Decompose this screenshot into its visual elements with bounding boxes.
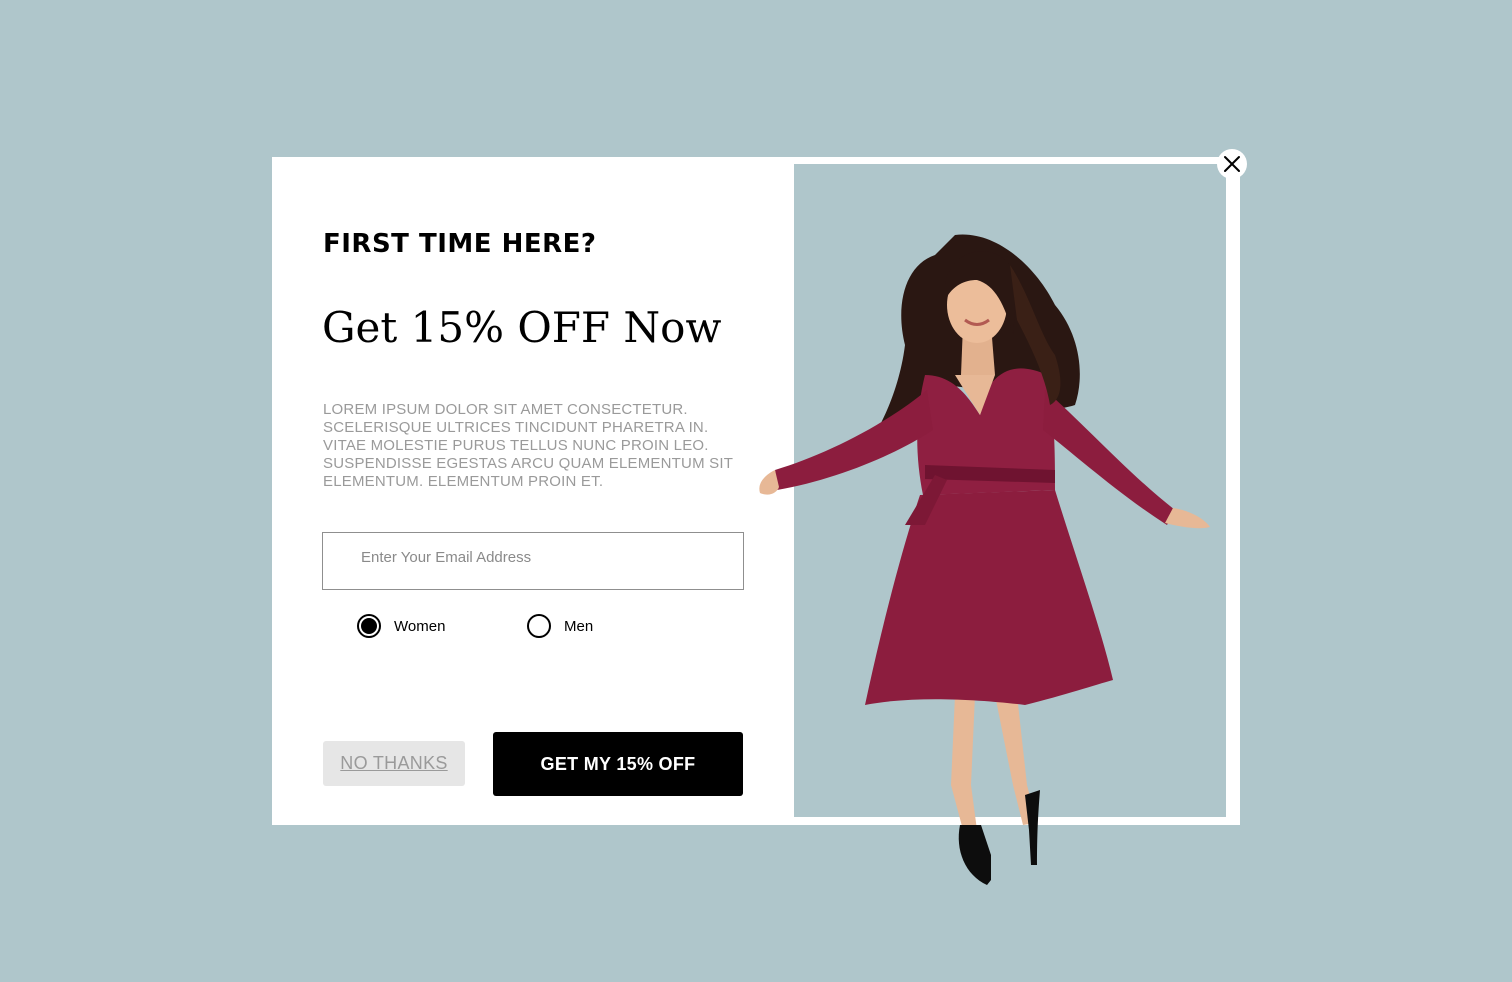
radio-label-women: Women xyxy=(394,617,446,635)
no-thanks-button[interactable]: NO THANKS xyxy=(323,741,465,786)
radio-option-women[interactable]: Women xyxy=(357,612,445,640)
radio-dot xyxy=(361,618,377,634)
eyebrow-heading: FIRST TIME HERE? xyxy=(323,229,597,259)
radio-unselected-icon[interactable] xyxy=(527,614,551,638)
offer-headline: Get 15% OFF Now xyxy=(322,303,722,352)
radio-selected-icon[interactable] xyxy=(357,614,381,638)
get-discount-button[interactable]: GET MY 15% OFF xyxy=(493,732,743,796)
close-button[interactable] xyxy=(1217,149,1247,179)
body-copy: LOREM IPSUM DOLOR SIT AMET CONSECTETUR. … xyxy=(323,401,733,490)
radio-label-men: Men xyxy=(564,617,594,635)
radio-option-men[interactable]: Men xyxy=(527,612,593,640)
model-photo xyxy=(759,234,1210,885)
close-icon xyxy=(1224,156,1240,172)
email-field[interactable] xyxy=(322,532,744,590)
